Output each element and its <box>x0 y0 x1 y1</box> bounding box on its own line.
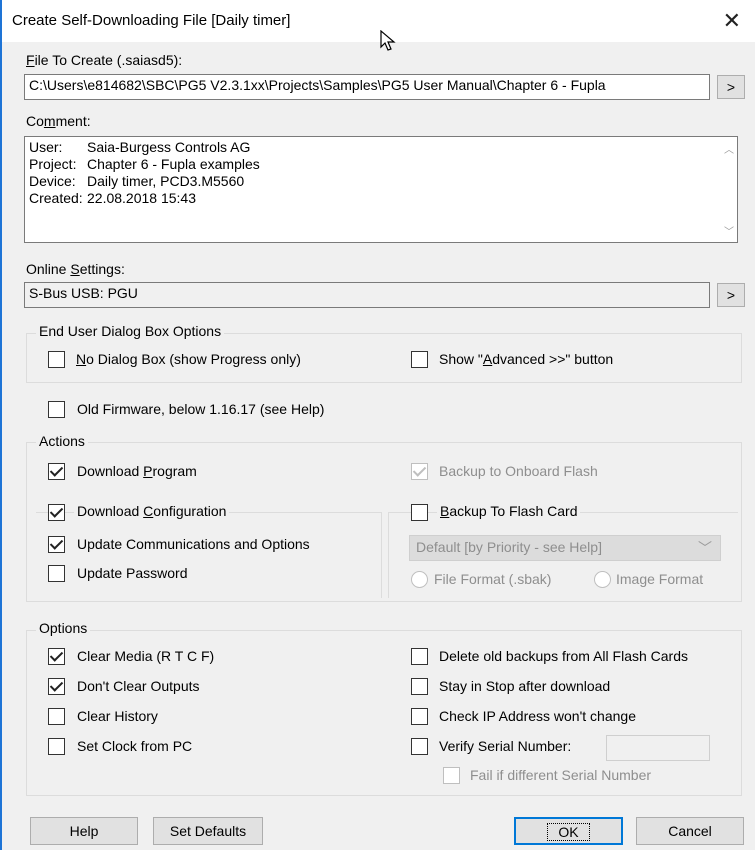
image-format-label: Image Format <box>616 571 704 587</box>
no-dialog-box-checkbox[interactable] <box>48 351 65 368</box>
show-advanced-checkbox[interactable] <box>411 351 428 368</box>
clear-media-checkbox[interactable] <box>48 648 65 665</box>
dont-clear-outputs-label: Don't Clear Outputs <box>77 678 200 694</box>
comment-line: User: Saia-Burgess Controls AG <box>29 139 251 155</box>
window-left-edge <box>0 0 2 850</box>
set-clock-checkbox[interactable] <box>48 738 65 755</box>
backup-onboard-flash-label: Backup to Onboard Flash <box>439 463 598 479</box>
backup-onboard-flash-checkbox[interactable] <box>411 463 428 480</box>
help-button[interactable]: Help <box>30 817 138 845</box>
options-title: Options <box>36 620 91 636</box>
file-to-create-field[interactable]: C:\Users\e814682\SBC\PG5 V2.3.1xx\Projec… <box>24 74 710 100</box>
file-format-radio[interactable] <box>411 571 428 588</box>
close-icon[interactable]: ✕ <box>723 8 741 34</box>
ok-button[interactable]: OK <box>514 817 623 845</box>
comment-line: Created: 22.08.2018 15:43 <box>29 190 196 206</box>
serial-number-field[interactable] <box>606 735 710 761</box>
verify-serial-checkbox[interactable] <box>411 738 428 755</box>
download-program-checkbox[interactable] <box>48 463 65 480</box>
stay-in-stop-label: Stay in Stop after download <box>439 678 611 694</box>
chevron-down-icon: ﹀ <box>698 540 712 556</box>
scroll-down-icon[interactable]: ﹀ <box>724 223 734 238</box>
online-settings-label: Online Settings: <box>26 261 125 277</box>
download-config-group <box>36 512 382 598</box>
backup-flash-card-checkbox[interactable] <box>411 504 428 521</box>
delete-backups-label: Delete old backups from All Flash Cards <box>439 648 688 664</box>
clear-history-label: Clear History <box>77 708 158 724</box>
flash-card-select[interactable]: Default [by Priority - see Help] ﹀ <box>409 535 721 561</box>
file-to-create-label: File To Create (.saiasd5): <box>26 52 183 68</box>
backup-flash-card-label: Backup To Flash Card <box>437 503 581 519</box>
update-password-checkbox[interactable] <box>48 565 65 582</box>
title-bar: Create Self-Downloading File [Daily time… <box>2 0 755 51</box>
update-communications-checkbox[interactable] <box>48 536 65 553</box>
comment-scrollbar[interactable]: ︿ ﹀ <box>720 137 737 242</box>
check-ip-label: Check IP Address won't change <box>439 708 636 724</box>
online-settings-button[interactable]: > <box>717 283 745 307</box>
check-ip-checkbox[interactable] <box>411 708 428 725</box>
file-format-label: File Format (.sbak) <box>434 571 552 587</box>
clear-media-label: Clear Media (R T C F) <box>77 648 215 664</box>
comment-line: Project: Chapter 6 - Fupla examples <box>29 156 260 172</box>
download-configuration-checkbox[interactable] <box>48 504 65 521</box>
set-defaults-button[interactable]: Set Defaults <box>153 817 263 845</box>
comment-line: Device: Daily timer, PCD3.M5560 <box>29 173 245 189</box>
fail-different-serial-checkbox[interactable] <box>443 767 460 784</box>
old-firmware-checkbox[interactable] <box>48 401 65 418</box>
online-settings-field: S-Bus USB: PGU <box>24 282 710 308</box>
actions-title: Actions <box>36 433 88 449</box>
file-browse-button[interactable]: > <box>717 75 745 99</box>
delete-backups-checkbox[interactable] <box>411 648 428 665</box>
scroll-up-icon[interactable]: ︿ <box>724 141 734 156</box>
image-format-radio[interactable] <box>594 571 611 588</box>
window-title: Create Self-Downloading File [Daily time… <box>12 12 291 29</box>
fail-different-serial-label: Fail if different Serial Number <box>470 767 652 783</box>
download-configuration-label: Download Configuration <box>74 503 230 519</box>
clear-history-checkbox[interactable] <box>48 708 65 725</box>
verify-serial-label: Verify Serial Number: <box>439 738 572 754</box>
no-dialog-box-label: No Dialog Box (show Progress only) <box>76 351 301 367</box>
comment-label: Comment: <box>26 113 91 129</box>
comment-textarea[interactable]: User: Saia-Burgess Controls AG Project: Ch… <box>24 136 738 243</box>
old-firmware-label: Old Firmware, below 1.16.17 (see Help) <box>77 401 325 417</box>
mouse-cursor-icon <box>380 30 396 51</box>
dont-clear-outputs-checkbox[interactable] <box>48 678 65 695</box>
update-password-label: Update Password <box>77 565 188 581</box>
stay-in-stop-checkbox[interactable] <box>411 678 428 695</box>
update-communications-label: Update Communications and Options <box>77 536 310 552</box>
show-advanced-label: Show "Advanced >>" button <box>439 351 614 367</box>
end-user-dialog-title: End User Dialog Box Options <box>36 323 225 339</box>
set-clock-label: Set Clock from PC <box>77 738 193 754</box>
cancel-button[interactable]: Cancel <box>636 817 744 845</box>
download-program-label: Download Program <box>77 463 197 479</box>
